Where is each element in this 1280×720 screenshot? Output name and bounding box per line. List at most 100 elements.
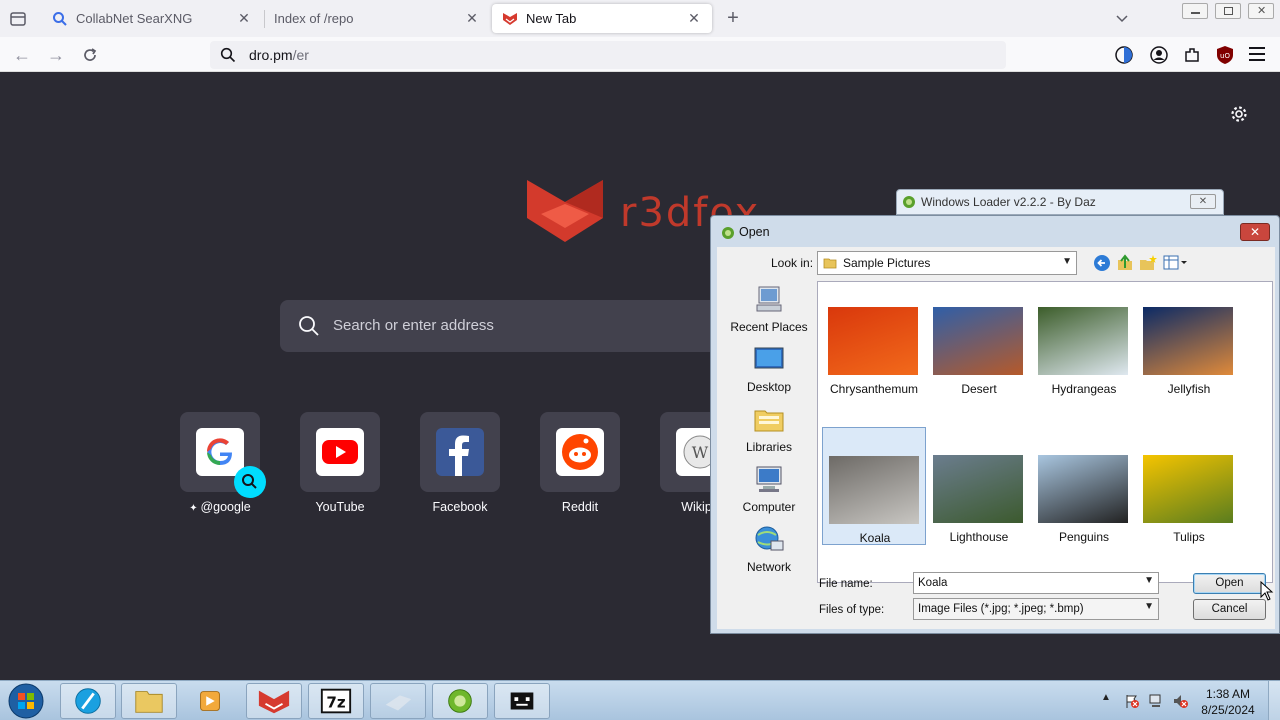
place-network[interactable]: Network <box>721 525 817 574</box>
network-icon <box>755 526 784 551</box>
file-name: Tulips <box>1173 530 1205 544</box>
file-item[interactable]: Lighthouse <box>927 427 1031 545</box>
tab-searxng[interactable]: CollabNet SearXNG ✕ <box>42 4 262 33</box>
taskbar-7zip-button[interactable]: 7z <box>308 683 364 719</box>
taskbar-media-player-button[interactable] <box>182 683 238 719</box>
close-icon[interactable]: ✕ <box>236 10 252 27</box>
chevron-down-icon[interactable] <box>1115 12 1129 26</box>
place-label: Desktop <box>746 380 792 394</box>
navigation-toolbar: ← → dro.pm/er uO <box>0 37 1280 72</box>
close-button[interactable]: ✕ <box>1190 194 1216 209</box>
show-hidden-icons-icon[interactable]: ▲ <box>1101 692 1111 703</box>
ublock-origin-icon[interactable]: uO <box>1216 45 1234 65</box>
file-type-select[interactable]: Image Files (*.jpg; *.jpeg; *.bmp) ▼ <box>913 598 1159 620</box>
shortcut-facebook[interactable]: Facebook <box>410 412 510 514</box>
taskbar-game-button[interactable] <box>494 683 550 719</box>
search-box[interactable]: Search or enter address <box>280 300 740 352</box>
reload-icon[interactable] <box>80 45 100 65</box>
file-item[interactable]: Koala <box>822 427 926 545</box>
list-all-tabs-icon[interactable] <box>8 9 28 29</box>
file-list: Chrysanthemum Desert Hydrangeas Jellyfish Ko… <box>817 281 1273 583</box>
file-name-value: Koala <box>918 577 948 589</box>
file-type-value: Image Files (*.jpg; *.jpeg; *.bmp) <box>918 603 1084 615</box>
up-folder-icon[interactable] <box>1116 254 1134 272</box>
dropdown-arrow-icon[interactable]: ▼ <box>1144 575 1154 586</box>
space-invader-icon <box>510 692 534 710</box>
file-item[interactable]: Jellyfish <box>1137 279 1241 397</box>
new-tab-button[interactable]: + <box>723 8 743 28</box>
mouse-cursor-icon <box>1260 581 1274 601</box>
place-desktop[interactable]: Desktop <box>721 345 817 394</box>
youtube-icon <box>316 428 364 476</box>
close-window-button[interactable]: ✕ <box>1248 3 1274 19</box>
account-icon[interactable] <box>1149 45 1169 65</box>
file-item[interactable]: Chrysanthemum <box>822 279 926 397</box>
volume-muted-icon[interactable] <box>1172 693 1188 709</box>
taskbar-app-button[interactable] <box>370 683 426 719</box>
place-computer[interactable]: Computer <box>721 465 817 514</box>
file-item[interactable]: Tulips <box>1137 427 1241 545</box>
network-tray-icon[interactable] <box>1148 693 1164 709</box>
back-arrow-icon[interactable]: ← <box>12 45 32 65</box>
shortcut-google[interactable]: ✦ @google <box>170 412 270 514</box>
generic-app-icon <box>385 695 412 711</box>
new-folder-icon[interactable] <box>1139 254 1157 272</box>
flag-icon[interactable] <box>1124 693 1140 709</box>
place-libraries[interactable]: Libraries <box>721 405 817 454</box>
url-bar[interactable]: dro.pm/er <box>210 41 1006 69</box>
shortcut-tile[interactable] <box>420 412 500 492</box>
taskbar-explorer-button[interactable] <box>121 683 177 719</box>
minimize-button[interactable] <box>1182 3 1208 19</box>
computer-icon <box>756 466 782 492</box>
file-item[interactable]: Desert <box>927 279 1031 397</box>
tab-new-tab[interactable]: New Tab ✕ <box>492 4 712 33</box>
dropdown-arrow-icon[interactable]: ▼ <box>1144 601 1154 612</box>
extensions-icon[interactable] <box>1182 45 1202 65</box>
system-clock[interactable]: 1:38 AM 8/25/2024 <box>1193 686 1263 718</box>
svg-text:7z: 7z <box>326 694 346 712</box>
place-recent-places[interactable]: Recent Places <box>721 285 817 334</box>
place-label: Libraries <box>745 440 793 454</box>
place-label: Recent Places <box>730 320 808 334</box>
file-thumbnail <box>1143 307 1233 375</box>
clock-date: 8/25/2024 <box>1201 703 1255 717</box>
close-button[interactable]: ✕ <box>1240 223 1270 241</box>
file-item[interactable]: Penguins <box>1032 427 1136 545</box>
menu-icon[interactable] <box>1249 47 1265 61</box>
tab-index-repo[interactable]: Index of /repo ✕ <box>264 4 490 33</box>
maximize-button[interactable] <box>1215 3 1241 19</box>
taskbar-windows-loader-button[interactable] <box>432 683 488 719</box>
start-button[interactable] <box>6 682 46 720</box>
taskbar-r3dfox-button[interactable] <box>246 683 302 719</box>
open-file-dialog: Open ✕ Look in: Sample Pictures ▼ Recent… <box>710 215 1280 634</box>
shortcut-tile[interactable] <box>540 412 620 492</box>
shortcut-tile[interactable] <box>180 412 266 498</box>
taskbar-browser-button[interactable] <box>60 683 116 719</box>
shortcut-tile[interactable] <box>300 412 380 492</box>
cancel-button[interactable]: Cancel <box>1193 599 1266 620</box>
place-label: Computer <box>742 500 796 514</box>
close-icon[interactable]: ✕ <box>464 10 480 27</box>
look-in-dropdown[interactable]: Sample Pictures ▼ <box>817 251 1077 275</box>
file-name: Desert <box>961 382 997 396</box>
folder-icon <box>823 258 837 269</box>
tracking-protection-icon[interactable] <box>1114 45 1134 65</box>
forward-arrow-icon[interactable]: → <box>46 45 66 65</box>
gear-icon[interactable] <box>1229 104 1249 124</box>
shortcut-label: YouTube <box>315 500 365 514</box>
desktop-icon <box>754 347 784 369</box>
shortcut-reddit[interactable]: Reddit <box>530 412 630 514</box>
back-icon[interactable] <box>1093 254 1111 272</box>
open-button[interactable]: Open <box>1193 573 1266 594</box>
shortcut-youtube[interactable]: YouTube <box>290 412 390 514</box>
file-item[interactable]: Hydrangeas <box>1032 279 1136 397</box>
close-icon[interactable]: ✕ <box>686 10 702 27</box>
places-bar: Recent Places Desktop Libraries Computer… <box>721 285 817 595</box>
search-icon <box>220 47 236 63</box>
search-icon <box>299 316 319 336</box>
view-menu-icon[interactable] <box>1163 254 1189 272</box>
dialog-body: Look in: Sample Pictures ▼ Recent Places… <box>717 247 1275 629</box>
file-name-input[interactable]: Koala ▼ <box>913 572 1159 594</box>
file-name: Jellyfish <box>1167 382 1211 396</box>
show-desktop-button[interactable] <box>1268 681 1280 720</box>
